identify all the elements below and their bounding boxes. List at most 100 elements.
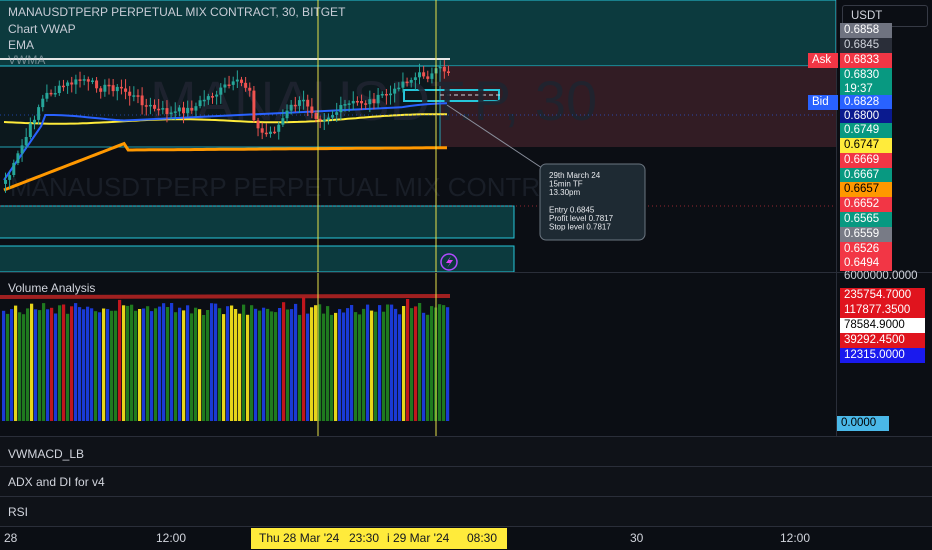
- volume-ma-line: [0, 294, 451, 299]
- pane-rsi-label: RSI: [8, 505, 29, 519]
- candle-body: [219, 87, 223, 95]
- volume-bar: [266, 308, 270, 421]
- volume-bar: [150, 311, 154, 421]
- candle-body: [310, 106, 314, 114]
- symbol-title[interactable]: MANAUSDTPERP PERPETUAL MIX CONTRACT, 30,…: [8, 5, 345, 19]
- candle-body: [256, 120, 260, 129]
- volume-bar: [46, 309, 50, 421]
- price-label: 0.6657: [840, 182, 892, 197]
- volume-bar: [438, 304, 442, 421]
- candle-body: [198, 100, 202, 107]
- candle-body: [215, 94, 219, 97]
- candle-body: [99, 88, 103, 92]
- candle-body: [409, 80, 413, 83]
- volume-bar: [250, 305, 254, 421]
- candle-body: [339, 105, 343, 113]
- support-zone-1: [0, 205, 515, 239]
- candle-body: [347, 103, 351, 105]
- volume-bar: [26, 308, 30, 421]
- main-price-pane[interactable]: MANAUSDT.P, 30 MANAUSDTPERP PERPETUAL MI…: [0, 0, 836, 272]
- legend-ema[interactable]: EMA: [8, 38, 34, 52]
- volume-bar: [274, 312, 278, 421]
- price-label: 0.6858: [840, 23, 892, 38]
- candle-body: [227, 84, 231, 86]
- candle-body: [314, 113, 318, 119]
- price-label: 0.6669: [840, 153, 892, 168]
- volume-bar: [130, 304, 134, 421]
- price-label: 0.6747: [840, 138, 892, 153]
- candle-body: [372, 99, 376, 104]
- volume-pane-title[interactable]: Volume Analysis: [8, 281, 95, 295]
- volume-bar: [242, 304, 246, 421]
- candle-body: [376, 94, 380, 104]
- candle-body: [182, 107, 186, 114]
- volume-bar: [226, 306, 230, 421]
- ask-tag: Ask: [808, 53, 838, 68]
- legend-chart-vwap[interactable]: Chart VWAP: [8, 22, 76, 36]
- volume-bar: [98, 312, 102, 421]
- candle-body: [20, 145, 24, 154]
- volume-bar: [142, 308, 146, 421]
- volume-bar: [374, 311, 378, 421]
- candle-body: [70, 82, 74, 85]
- volume-bar: [154, 308, 158, 421]
- volume-bar: [230, 305, 234, 421]
- candle-body: [360, 101, 364, 104]
- candle-body: [103, 84, 107, 92]
- price-label: 0.6833: [840, 53, 892, 68]
- candle-body: [364, 103, 368, 105]
- candle-body: [442, 66, 446, 72]
- candle-body: [293, 104, 297, 107]
- candle-body: [438, 66, 442, 69]
- volume-scale-top: 6000000.0000: [844, 270, 918, 282]
- time-tick-1200-b: 12:00: [780, 531, 811, 545]
- volume-pane[interactable]: [0, 273, 836, 436]
- volume-bar: [70, 306, 74, 421]
- volume-bar: [74, 303, 78, 421]
- candle-body: [430, 73, 434, 79]
- volume-bar: [298, 314, 302, 421]
- volume-bar: [106, 309, 110, 421]
- candle-body: [12, 162, 16, 175]
- pane-rsi[interactable]: RSI: [0, 497, 932, 526]
- price-label: 0.6494: [840, 256, 892, 271]
- candle-body: [273, 131, 277, 134]
- candle-body: [124, 88, 128, 92]
- legend-vwma[interactable]: VWMA: [8, 53, 45, 67]
- volume-bar: [382, 311, 386, 421]
- pane-vwmacd[interactable]: VWMACD_LB: [0, 437, 932, 466]
- volume-bar: [198, 309, 202, 421]
- price-label: 0.6828: [840, 95, 892, 110]
- candle-body: [446, 71, 450, 73]
- volume-bar: [394, 308, 398, 421]
- annotation-line: 13.30pm: [549, 188, 580, 197]
- volume-bar: [186, 305, 190, 421]
- volume-bar: [166, 307, 170, 421]
- volume-bar: [422, 312, 426, 421]
- volume-bar: [322, 313, 326, 421]
- candle-body: [49, 92, 53, 95]
- pane-adx[interactable]: ADX and DI for v4: [0, 467, 932, 496]
- volume-bar: [14, 305, 18, 421]
- volume-bar: [210, 303, 214, 421]
- candle-body: [66, 82, 70, 86]
- candle-body: [405, 81, 409, 84]
- volume-bar: [218, 308, 222, 421]
- volume-bar: [86, 306, 90, 421]
- volume-bar: [202, 315, 206, 421]
- volume-bar: [426, 314, 430, 421]
- annotation-line: Stop level 0.7817: [549, 223, 611, 232]
- volume-bar: [2, 310, 6, 421]
- price-label: 0.6800: [840, 109, 892, 124]
- price-label: 0.6830: [840, 68, 892, 83]
- volume-bar: [146, 306, 150, 421]
- volume-bar: [6, 313, 10, 421]
- volume-bar: [94, 311, 98, 421]
- candle-body: [297, 100, 301, 106]
- volume-bar: [238, 313, 242, 421]
- volume-bar: [122, 305, 126, 421]
- volume-bar: [62, 304, 66, 421]
- volume-bar: [334, 312, 338, 421]
- volume-bar: [254, 308, 258, 421]
- time-axis[interactable]: 28 12:00 Thu 28 Mar '24 23:30 i 29 Mar '…: [0, 527, 932, 550]
